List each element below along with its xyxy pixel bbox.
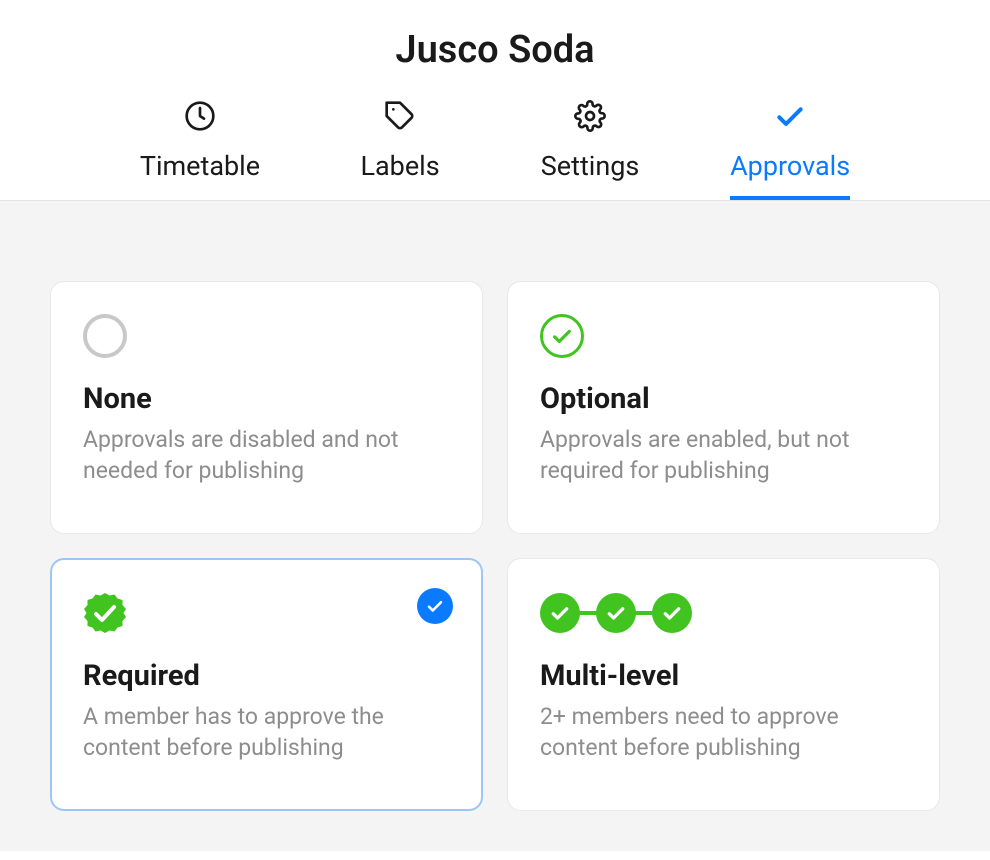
- tag-icon: [384, 100, 416, 132]
- gear-icon: [574, 100, 606, 132]
- page-title: Jusco Soda: [0, 28, 990, 72]
- optional-icon: [540, 314, 907, 358]
- selected-check-icon: [417, 588, 453, 624]
- header: Jusco Soda Timetable Labels: [0, 0, 990, 201]
- tab-labels[interactable]: Labels: [350, 100, 450, 200]
- option-title: Required: [83, 659, 450, 693]
- options-grid: None Approvals are disabled and not need…: [0, 201, 990, 851]
- option-desc: A member has to approve the content befo…: [83, 701, 450, 763]
- tab-approvals[interactable]: Approvals: [730, 100, 850, 200]
- option-required[interactable]: Required A member has to approve the con…: [50, 558, 483, 811]
- option-title: Multi-level: [540, 659, 907, 693]
- option-none[interactable]: None Approvals are disabled and not need…: [50, 281, 483, 534]
- none-icon: [83, 314, 450, 358]
- tab-label: Approvals: [730, 150, 850, 182]
- option-multilevel[interactable]: Multi-level 2+ members need to approve c…: [507, 558, 940, 811]
- multilevel-icon: [540, 591, 907, 635]
- tab-label: Timetable: [140, 150, 260, 182]
- tab-timetable[interactable]: Timetable: [140, 100, 260, 200]
- option-desc: Approvals are enabled, but not required …: [540, 424, 907, 486]
- option-title: Optional: [540, 382, 907, 416]
- option-title: None: [83, 382, 450, 416]
- tab-label: Labels: [360, 150, 439, 182]
- option-optional[interactable]: Optional Approvals are enabled, but not …: [507, 281, 940, 534]
- clock-icon: [184, 100, 216, 132]
- option-desc: Approvals are disabled and not needed fo…: [83, 424, 450, 486]
- option-desc: 2+ members need to approve content befor…: [540, 701, 907, 763]
- tabs: Timetable Labels Settings: [0, 100, 990, 200]
- check-icon: [774, 100, 806, 132]
- tab-label: Settings: [541, 150, 640, 182]
- tab-settings[interactable]: Settings: [540, 100, 640, 200]
- required-icon: [83, 591, 450, 635]
